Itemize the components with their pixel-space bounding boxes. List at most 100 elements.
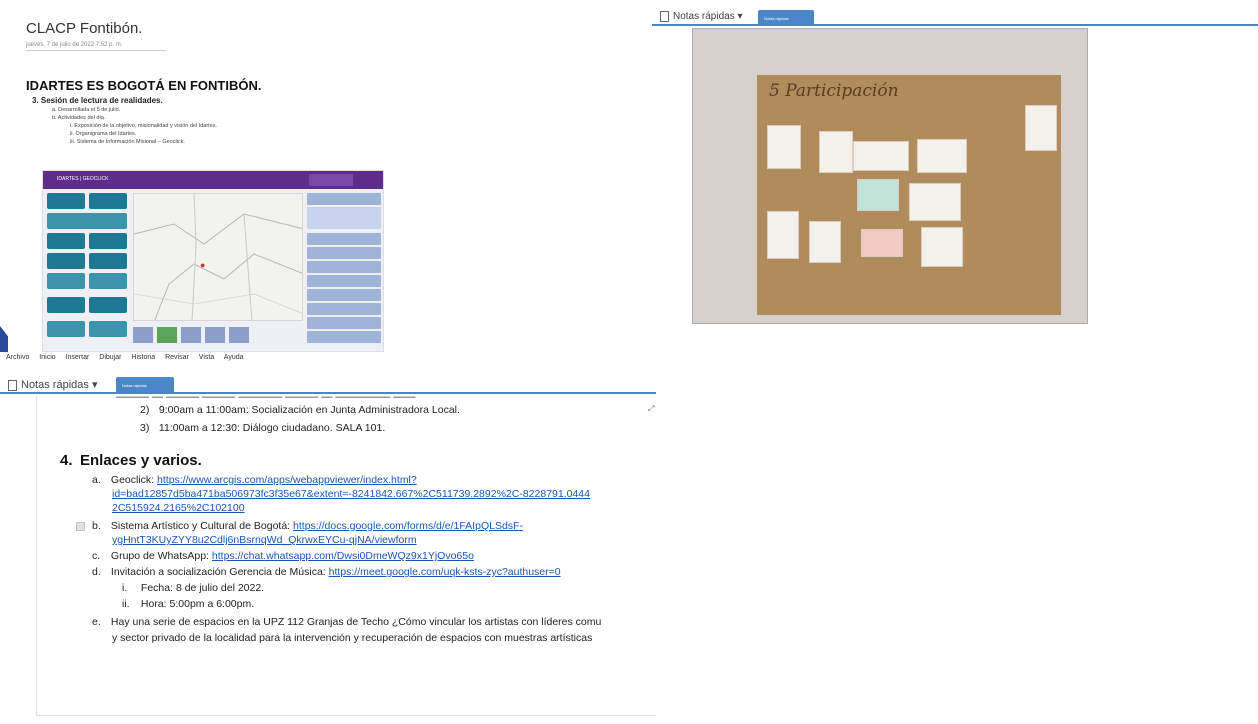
dashboard-tile [47, 233, 85, 249]
menu-bar: Archivo Inicio Insertar Dibujar Historia… [6, 354, 252, 361]
outline-item: iii. Sistema de Información Misional – G… [70, 138, 185, 145]
map-lines [134, 194, 302, 320]
page-title: CLACP Fontibón. [26, 20, 143, 37]
sticky-card [921, 227, 963, 267]
whiteboard-photo: 5 Participación [692, 28, 1088, 324]
sticky-card [909, 183, 961, 221]
geoclick-link[interactable]: id=bad12857d5ba471ba506973fc3f35e67&exte… [112, 488, 590, 500]
dashboard-tile [89, 233, 127, 249]
corner-mark [0, 326, 8, 352]
dashboard-tile [47, 213, 127, 229]
list-item: a. Geoclick: https://www.arcgis.com/apps… [92, 474, 417, 486]
stats-row [307, 233, 381, 245]
stats-row [307, 275, 381, 287]
forms-link[interactable]: ygHntT3KUyZYY8u2Cdlj6nBsrnqWd_QkrwxEYCu-… [112, 534, 417, 546]
stats-row [307, 247, 381, 259]
bottom-tile [133, 327, 153, 343]
sticky-card [917, 139, 967, 173]
sticky-card [819, 131, 853, 173]
dashboard-tile [47, 321, 85, 337]
bottom-tile [205, 327, 225, 343]
outline-item: 3. Sesión de lectura de realidades. [32, 96, 163, 105]
list-item: e. Hay una serie de espacios en la UPZ 1… [92, 616, 602, 628]
dashboard-tile [47, 193, 85, 209]
notebook-icon [8, 379, 17, 391]
section-tab[interactable]: Notas rápidas [116, 377, 174, 394]
dashboard-stat [309, 174, 353, 186]
outline-item: b. Actividades del día. [52, 114, 106, 121]
date-underline [26, 50, 166, 51]
list-item: 2) 9:00am a 11:00am: Socialización en Ju… [140, 404, 460, 416]
dashboard-tile [47, 253, 85, 269]
list-item-continuation: id=bad12857d5ba471ba506973fc3f35e67&exte… [112, 488, 590, 500]
notebook-name: Notas rápidas [673, 11, 735, 23]
geoclick-link[interactable]: 2C515924.2165%2C102100 [112, 502, 245, 514]
dashboard-tile [89, 193, 127, 209]
dashboard-tile [89, 321, 127, 337]
locality-map: ● [133, 193, 303, 321]
stats-row [307, 331, 381, 343]
geoclick-link[interactable]: https://www.arcgis.com/apps/webappviewer… [157, 474, 417, 486]
meet-link[interactable]: https://meet.google.com/uqk-ksts-zyc?aut… [329, 566, 561, 578]
list-item: b. Sistema Artístico y Cultural de Bogot… [92, 520, 523, 532]
forms-link[interactable]: https://docs.google.com/forms/d/e/1FAIpQ… [293, 520, 523, 532]
sticky-card [853, 141, 909, 171]
list-item: 3) 11:00am a 12:30: Diálogo ciudadano. S… [140, 422, 386, 434]
list-item: c. Grupo de WhatsApp: https://chat.whats… [92, 550, 474, 562]
section-tab[interactable]: Notas rápidas [758, 10, 814, 26]
list-item: d. Invitación a socialización Gerencia d… [92, 566, 561, 578]
sticky-card [861, 229, 903, 257]
dashboard-brand: IDARTES | GEOCLICK [57, 176, 109, 182]
menu-revisar[interactable]: Revisar [165, 354, 189, 361]
dashboard-tile [89, 253, 127, 269]
bottom-tile [157, 327, 177, 343]
dashboard-tile [47, 273, 85, 289]
section-tab-bar: Notas rápidas ▾ Notas rápidas [0, 374, 656, 394]
clipped-line: ——— — ——— ——— ———— ——— — ————— —— [116, 396, 466, 400]
sticky-card [857, 179, 899, 211]
sticky-card [767, 125, 801, 169]
paragraph-handle[interactable] [76, 522, 85, 531]
outline-item: i. Exposición de la objetivo, misionalid… [70, 122, 218, 129]
photo-note-panel: Notas rápidas ▾ Notas rápidas 5 Particip… [652, 0, 1258, 352]
stats-row [307, 193, 381, 205]
menu-inicio[interactable]: Inicio [39, 354, 55, 361]
geoclick-dashboard-image: IDARTES | GEOCLICK ● [42, 170, 384, 352]
list-item: ii. Hora: 5:00pm a 6:00pm. [122, 598, 255, 610]
notebook-selector[interactable]: Notas rápidas ▾ [8, 378, 97, 391]
list-item-continuation: ygHntT3KUyZYY8u2Cdlj6nBsrnqWd_QkrwxEYCu-… [112, 534, 417, 546]
notebook-name: Notas rápidas [21, 379, 89, 391]
dashboard-tile [89, 297, 127, 313]
menu-archivo[interactable]: Archivo [6, 354, 29, 361]
slide-screenshot-panel: CLACP Fontibón. jueves, 7 de julio de 20… [0, 0, 652, 352]
outline-item: a. Desarrollada el 5 de julio. [52, 106, 121, 113]
dashboard-header: IDARTES | GEOCLICK [43, 171, 383, 189]
list-item-continuation: y sector privado de la localidad para la… [112, 632, 593, 644]
bottom-tile [229, 327, 249, 343]
sticky-card [809, 221, 841, 263]
dashboard-stats-list [307, 193, 381, 349]
menu-insertar[interactable]: Insertar [66, 354, 90, 361]
page-date: jueves, 7 de julio de 2022 7:52 p. m. [26, 42, 123, 48]
stats-row [307, 303, 381, 315]
whatsapp-link[interactable]: https://chat.whatsapp.com/Dwsi0DmeWQz9x1… [212, 550, 474, 562]
slide-heading: IDARTES ES BOGOTÁ EN FONTIBÓN. [26, 78, 262, 93]
kraft-paper-board: 5 Participación [757, 75, 1061, 315]
dashboard-tile-grid [47, 193, 129, 349]
dashboard-tile [47, 297, 85, 313]
section-tab-bar: Notas rápidas ▾ Notas rápidas [652, 8, 1258, 26]
menu-dibujar[interactable]: Dibujar [99, 354, 121, 361]
notebook-icon [660, 11, 669, 22]
stats-row [307, 207, 381, 229]
expand-icon[interactable]: ⤢ [648, 404, 654, 414]
map-pin-icon: ● [200, 260, 206, 270]
notebook-selector[interactable]: Notas rápidas ▾ [660, 11, 743, 22]
chevron-down-icon: ▾ [737, 11, 743, 23]
onenote-page-panel: Archivo Inicio Insertar Dibujar Historia… [0, 352, 656, 724]
dashboard-tile [89, 273, 127, 289]
stats-row [307, 261, 381, 273]
outline-item: ii. Organigrama del Idartes. [70, 130, 137, 137]
menu-ayuda[interactable]: Ayuda [224, 354, 244, 361]
menu-historia[interactable]: Historia [131, 354, 155, 361]
menu-vista[interactable]: Vista [199, 354, 214, 361]
